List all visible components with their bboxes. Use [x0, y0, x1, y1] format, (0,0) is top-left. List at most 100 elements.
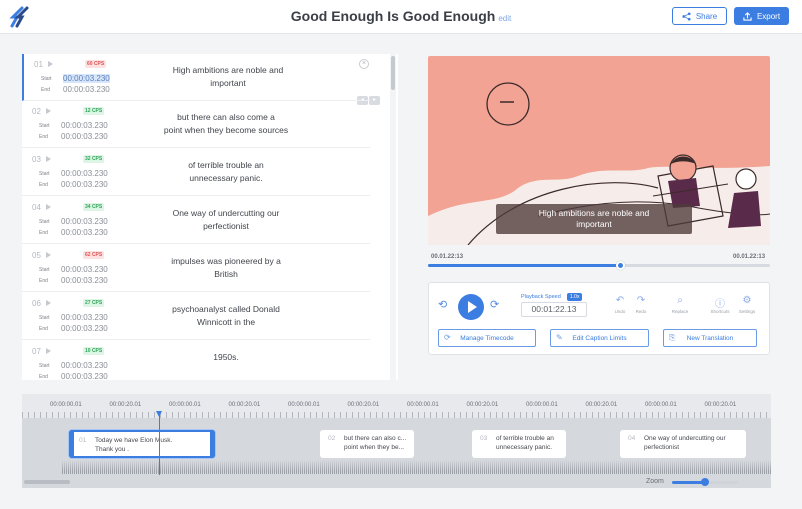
timeline-ruler[interactable]: 00:00:00.01 00:00:20.01 00:00:00.01 00:00:2… — [22, 394, 771, 418]
caption-text-line-1: of terrible trouble an — [188, 160, 264, 170]
start-label: Start — [39, 267, 50, 273]
ruler-time-label: 00:00:00.01 — [169, 402, 201, 408]
end-time-field[interactable]: 00:00:03.230 — [61, 228, 108, 237]
play-caption-icon[interactable] — [46, 108, 51, 114]
caption-text[interactable]: One way of undercutting our perfectionist — [140, 207, 312, 233]
timeline-scrollbar[interactable] — [24, 480, 70, 484]
end-time-field[interactable]: 00:00:03.230 — [61, 132, 108, 141]
subtitle-line-2: important — [576, 219, 612, 229]
timeline-clip[interactable]: 03 of terrible trouble an unnecessary pani… — [472, 430, 566, 458]
caption-text-line-2: British — [214, 269, 238, 279]
caption-text[interactable]: of terrible trouble an unnecessary panic. — [140, 159, 312, 185]
video-subtitle-overlay: High ambitions are noble and important — [496, 204, 692, 234]
ruler-time-label: 00:00:00.01 — [645, 402, 677, 408]
clip-text-line-1: One way of undercutting our — [644, 435, 726, 442]
caption-text[interactable]: psychoanalyst called Donald Winnicott in … — [140, 303, 312, 329]
replace-icon: ⌕ — [677, 295, 683, 306]
caption-number: 04 — [32, 203, 41, 212]
caption-scrollbar[interactable] — [391, 56, 395, 90]
timeline-playhead[interactable] — [156, 411, 162, 475]
new-translation-button[interactable]: ⎘ New Translation — [663, 329, 757, 347]
redo-button[interactable]: ↷ Redo — [628, 295, 654, 314]
play-caption-icon[interactable] — [46, 156, 51, 162]
video-progress-handle[interactable] — [615, 261, 625, 270]
play-caption-icon[interactable] — [46, 300, 51, 306]
start-time-field[interactable]: 00:00:03.230 — [61, 361, 108, 370]
caption-number: 06 — [32, 299, 41, 308]
end-time-field[interactable]: 00:00:03.230 — [63, 85, 110, 94]
share-label: Share — [695, 11, 718, 21]
zoom-slider[interactable] — [672, 478, 738, 486]
replace-button[interactable]: ⌕ Replace — [667, 295, 693, 314]
app-window: Good Enough Is Good Enough edit Share Exp… — [0, 0, 802, 509]
caption-text-line-2: perfectionist — [203, 221, 249, 231]
start-time-field[interactable]: 00:00:03.230 — [61, 265, 108, 274]
video-progress-bar[interactable] — [428, 261, 770, 270]
end-label: End — [39, 374, 48, 380]
clip-number: 02 — [328, 435, 336, 442]
timeline-clip[interactable]: 02 but there can also c... point when they… — [320, 430, 414, 458]
caption-text[interactable]: 1950s. — [140, 351, 312, 364]
end-time-field[interactable]: 00:00:03.230 — [61, 180, 108, 189]
caption-scroll-track[interactable] — [390, 54, 396, 380]
cps-badge: 60 CPS — [85, 60, 107, 68]
end-label: End — [39, 278, 48, 284]
share-button[interactable]: Share — [672, 7, 727, 25]
caption-text[interactable]: but there can also come a point when they… — [140, 111, 312, 137]
zoom-label: Zoom — [646, 478, 664, 485]
caption-row[interactable]: 03 32 CPS Start 00:00:03.230 End 00:00:03.230… — [22, 149, 370, 196]
edit-title-link[interactable]: edit — [498, 14, 511, 23]
forward-5s-icon[interactable]: ⟳ — [490, 298, 499, 311]
zoom-slider-handle[interactable] — [701, 478, 709, 486]
end-time-field[interactable]: 00:00:03.230 — [61, 372, 108, 380]
play-caption-icon[interactable] — [48, 61, 53, 67]
start-time-field[interactable]: 00:00:03.230 — [61, 121, 108, 130]
cps-badge: 32 CPS — [83, 155, 105, 163]
ruler-ticks — [22, 412, 771, 418]
manage-timecode-label: Manage Timecode — [460, 334, 514, 342]
play-caption-icon[interactable] — [46, 252, 51, 258]
caption-row[interactable]: 05 62 CPS Start 00:00:03.230 End 00:00:03.230… — [22, 245, 370, 292]
edit-caption-limits-button[interactable]: ✎ Edit Caption Limits — [550, 329, 649, 347]
play-button[interactable] — [458, 294, 484, 320]
play-caption-icon[interactable] — [46, 204, 51, 210]
timecode-input[interactable]: 00:01:22.13 — [521, 302, 587, 317]
start-time-field[interactable]: 00:00:03.230 — [61, 217, 108, 226]
end-time-field[interactable]: 00:00:03.230 — [61, 324, 108, 333]
timeline-clip[interactable]: 01 Today we have Elon Musk. Thank you . — [69, 430, 215, 458]
shortcuts-button[interactable]: ⓘ Shortcuts — [707, 295, 733, 314]
end-time-field[interactable]: 00:00:03.230 — [61, 276, 108, 285]
start-time-field[interactable]: 00:00:03.230 — [61, 313, 108, 322]
start-time-field[interactable]: 00:00:03.230 — [63, 74, 110, 83]
caption-text-line-2: Winnicott in the — [196, 317, 256, 327]
export-button[interactable]: Export — [734, 7, 789, 25]
clip-text-line-2: perfectionist — [644, 444, 680, 451]
start-time-field[interactable]: 00:00:03.230 — [61, 169, 108, 178]
next-caption-icon[interactable]: ▸ — [369, 96, 380, 105]
project-title: Good Enough Is Good Enough — [290, 8, 496, 24]
manage-timecode-button[interactable]: ⟳ Manage Timecode — [438, 329, 536, 347]
caption-text-line-1: but there can also come a — [177, 112, 275, 122]
caption-row[interactable]: 01 60 CPS Start 00:00:03.230 End 00:00:03.230… — [22, 54, 370, 101]
caption-row[interactable]: 04 34 CPS Start 00:00:03.230 End 00:00:03.230… — [22, 197, 370, 244]
new-translation-label: New Translation — [686, 334, 734, 342]
caption-row[interactable]: 06 27 CPS Start 00:00:03.230 End 00:00:03.230… — [22, 293, 370, 340]
rewind-5s-icon[interactable]: ⟲ — [438, 298, 447, 311]
timeline-clip[interactable]: 04 One way of undercutting our perfectioni… — [620, 430, 746, 458]
start-label: Start — [39, 363, 50, 369]
caption-text-line-1: impulses was pioneered by a — [171, 256, 281, 266]
caption-text[interactable]: impulses was pioneered by a British — [140, 255, 312, 281]
clip-text-line-1: but there can also c... — [344, 435, 407, 442]
caption-text[interactable]: High ambitions are noble and important — [142, 64, 314, 90]
video-player[interactable]: High ambitions are noble and important — [428, 56, 770, 245]
settings-button[interactable]: ⚙ Settings — [734, 295, 760, 314]
caption-row[interactable]: 07 10 CPS Start 00:00:03.230 End 00:00:03.230… — [22, 341, 370, 380]
playback-speed-select[interactable]: 1.0x — [567, 293, 583, 301]
end-label: End — [39, 230, 48, 236]
edit-icon: ✎ — [556, 333, 563, 342]
caption-row[interactable]: 02 12 CPS Start 00:00:03.230 End 00:00:03.230… — [22, 101, 370, 148]
audio-waveform — [62, 460, 771, 474]
clip-text-line-1: of terrible trouble an — [496, 435, 554, 442]
play-caption-icon[interactable] — [46, 348, 51, 354]
timeline[interactable]: 00:00:00.01 00:00:20.01 00:00:00.01 00:00:2… — [22, 394, 771, 488]
